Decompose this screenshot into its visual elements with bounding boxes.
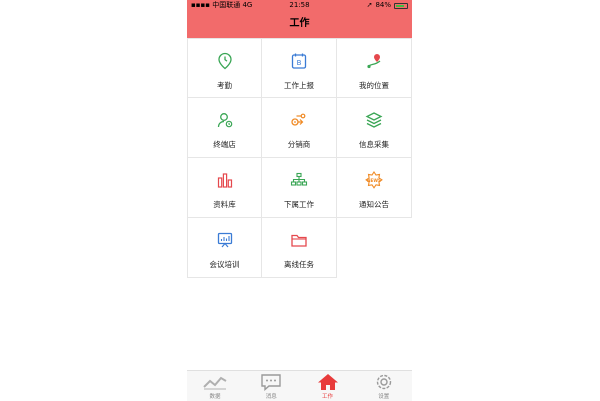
distributor-icon bbox=[289, 110, 309, 130]
chat-bubble-icon bbox=[260, 373, 282, 391]
grid-item[interactable]: B 工作上报 bbox=[262, 38, 337, 98]
tab-label: 设置 bbox=[378, 394, 390, 400]
grid-item[interactable]: 信息采集 bbox=[337, 98, 412, 158]
tab-gear[interactable]: 设置 bbox=[356, 371, 412, 401]
phone-screen: ▪▪▪▪ 中国联通 4G 21:58 ➚ 84% 工作 考勤 B 工作上报 我的位置终… bbox=[187, 0, 412, 401]
svg-text:B: B bbox=[297, 59, 302, 67]
svg-text:NEWS: NEWS bbox=[367, 178, 381, 183]
grid-item-label: 离线任务 bbox=[284, 260, 314, 269]
grid-item-label: 下属工作 bbox=[284, 200, 314, 209]
grid-item[interactable]: 终端店 bbox=[187, 98, 262, 158]
tab-label: 工作 bbox=[321, 394, 333, 400]
grid-item[interactable]: NEWS 通知公告 bbox=[337, 158, 412, 218]
tab-label: 消息 bbox=[265, 394, 277, 400]
tab-chat-bubble[interactable]: 消息 bbox=[243, 371, 299, 401]
grid-item-label: 考勤 bbox=[217, 81, 232, 90]
grid-item-label: 分销商 bbox=[287, 140, 311, 149]
bottom-tab-bar: 数据 消息 工作 设置 bbox=[187, 370, 412, 401]
app-header: ▪▪▪▪ 中国联通 4G 21:58 ➚ 84% 工作 bbox=[187, 0, 412, 38]
person-store-icon bbox=[215, 110, 235, 130]
battery-icon bbox=[394, 2, 408, 9]
tab-home[interactable]: 工作 bbox=[300, 371, 356, 401]
org-chart-icon bbox=[289, 170, 309, 190]
grid-item[interactable]: 下属工作 bbox=[262, 158, 337, 218]
grid-item[interactable]: 离线任务 bbox=[262, 218, 337, 278]
presentation-icon bbox=[215, 230, 235, 250]
tab-label: 数据 bbox=[209, 394, 221, 400]
battery-percent: 84% bbox=[375, 1, 391, 9]
grid-item[interactable]: 资料库 bbox=[187, 158, 262, 218]
status-right: ➚ 84% bbox=[367, 0, 408, 11]
layers-icon bbox=[364, 110, 384, 130]
grid-item-label: 信息采集 bbox=[359, 140, 389, 149]
grid-item-label: 通知公告 bbox=[359, 200, 389, 209]
grid-item[interactable]: 会议培训 bbox=[187, 218, 262, 278]
location-clock-icon bbox=[215, 51, 235, 71]
bar-chart-icon bbox=[215, 170, 235, 190]
grid-item-label: 会议培训 bbox=[209, 260, 240, 269]
home-icon bbox=[317, 373, 339, 391]
map-pin-icon bbox=[364, 51, 384, 71]
grid-item-label: 资料库 bbox=[213, 200, 236, 209]
grid-item[interactable]: 我的位置 bbox=[337, 38, 412, 98]
status-bar: ▪▪▪▪ 中国联通 4G 21:58 ➚ 84% bbox=[187, 0, 412, 11]
calendar-report-icon: B bbox=[289, 51, 309, 71]
grid-item-label: 终端店 bbox=[213, 140, 236, 149]
grid-item-label: 工作上报 bbox=[284, 81, 314, 90]
location-arrow-icon: ➚ bbox=[366, 1, 373, 9]
grid-item[interactable]: 分销商 bbox=[262, 98, 337, 158]
battery-fill bbox=[396, 4, 405, 7]
chart-line-icon bbox=[202, 373, 228, 391]
grid-item-label: 我的位置 bbox=[359, 81, 389, 90]
tab-chart-line[interactable]: 数据 bbox=[187, 371, 243, 401]
folder-icon bbox=[289, 230, 309, 250]
grid-item[interactable]: 考勤 bbox=[187, 38, 262, 98]
gear-icon bbox=[374, 373, 394, 391]
page-title: 工作 bbox=[289, 18, 310, 29]
news-icon: NEWS bbox=[364, 170, 384, 190]
